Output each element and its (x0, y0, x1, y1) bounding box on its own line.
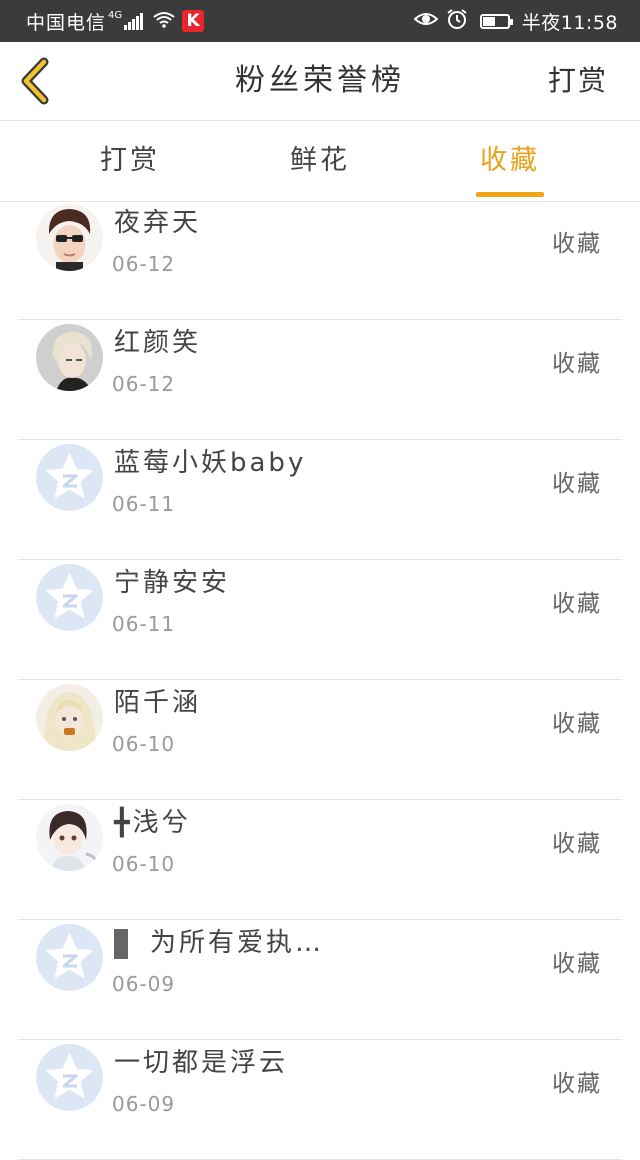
default-avatar-icon[interactable] (36, 924, 103, 991)
action-label: 收藏 (552, 591, 602, 617)
favorite-date: 06-11 (112, 492, 176, 516)
default-avatar-icon[interactable] (36, 444, 103, 511)
signal-icon (124, 12, 144, 30)
list-item[interactable]: 红颜笑 06-12 收藏 (0, 320, 640, 440)
user-name: 为所有爱执… (114, 922, 324, 959)
action-label: 收藏 (552, 351, 602, 377)
favorite-date: 06-10 (112, 732, 176, 756)
default-avatar-icon[interactable] (36, 564, 103, 631)
user-name: 蓝莓小妖baby (114, 442, 306, 479)
list-item[interactable]: 宁静安安 06-11 收藏 (0, 560, 640, 680)
user-name: 夜弃天 (114, 202, 201, 239)
wifi-icon (152, 10, 176, 32)
default-avatar-icon[interactable] (36, 1044, 103, 1111)
active-tab-indicator (476, 192, 544, 197)
clock-label: 半夜11:58 (521, 11, 618, 34)
list-item[interactable]: 蓝莓小妖baby 06-11 收藏 (0, 440, 640, 560)
action-label: 收藏 (552, 1071, 602, 1097)
favorite-date: 06-09 (112, 1092, 176, 1116)
battery-icon (479, 13, 513, 29)
action-label: 收藏 (552, 951, 602, 977)
tab-favorites[interactable]: 收藏 (440, 121, 580, 201)
user-name-text: 一切都是浮云 (114, 1048, 289, 1078)
reward-button[interactable]: 打赏 (548, 42, 608, 120)
list-item[interactable]: 为所有爱执… 06-09 收藏 (0, 920, 640, 1040)
user-name-text: 夜弃天 (114, 208, 202, 238)
user-name: 红颜笑 (114, 322, 201, 359)
user-name: 陌千涵 (114, 682, 201, 719)
user-name-text: 宁静安安 (114, 568, 231, 598)
carrier-label: 中国电信 (26, 11, 107, 34)
title-bar: 粉丝荣誉榜 打赏 (0, 42, 640, 121)
tab-flowers[interactable]: 鲜花 (250, 121, 390, 201)
user-name-text: 为所有爱执… (150, 928, 325, 958)
list-item[interactable]: 夜弃天 06-12 收藏 (0, 200, 640, 320)
list-item[interactable]: 一切都是浮云 06-09 收藏 (0, 1040, 640, 1160)
action-label: 收藏 (552, 831, 602, 857)
action-label: 收藏 (552, 231, 602, 257)
avatar[interactable] (36, 684, 103, 751)
user-name-text: 蓝莓小妖baby (114, 448, 307, 478)
list-item[interactable]: 陌千涵 06-10 收藏 (0, 680, 640, 800)
network-type-label: 4G (108, 9, 123, 21)
avatar[interactable] (36, 804, 103, 871)
status-bar-right: 半夜11:58 (413, 8, 618, 34)
eye-icon (413, 10, 439, 32)
avatar[interactable] (36, 204, 103, 271)
action-label: 收藏 (552, 471, 602, 497)
name-block-glyph (114, 928, 128, 959)
favorite-date: 06-11 (112, 612, 176, 636)
favorite-date: 06-12 (112, 372, 176, 396)
user-name: ╋浅兮 (114, 802, 191, 839)
favorite-date: 06-10 (112, 852, 176, 876)
k-app-icon: K (182, 10, 205, 32)
list-item[interactable]: ╋浅兮 06-10 收藏 (0, 800, 640, 920)
user-name-text: ╋浅兮 (114, 808, 191, 838)
user-name-text: 陌千涵 (114, 688, 202, 718)
tab-reward[interactable]: 打赏 (60, 121, 200, 201)
user-name-text: 红颜笑 (114, 328, 202, 358)
page-title: 粉丝荣誉榜 (235, 63, 405, 98)
status-bar: 中国电信 4G K 半夜11:58 (0, 0, 640, 42)
avatar[interactable] (36, 324, 103, 391)
favorite-date: 06-12 (112, 252, 176, 276)
alarm-icon (446, 8, 468, 34)
status-bar-left: 中国电信 4G K (26, 9, 205, 34)
user-name: 一切都是浮云 (114, 1042, 288, 1079)
favorite-date: 06-09 (112, 972, 176, 996)
user-name: 宁静安安 (114, 562, 230, 599)
action-label: 收藏 (552, 711, 602, 737)
battery-fill (482, 16, 496, 26)
tab-bar: 打赏 鲜花 收藏 (0, 121, 640, 202)
